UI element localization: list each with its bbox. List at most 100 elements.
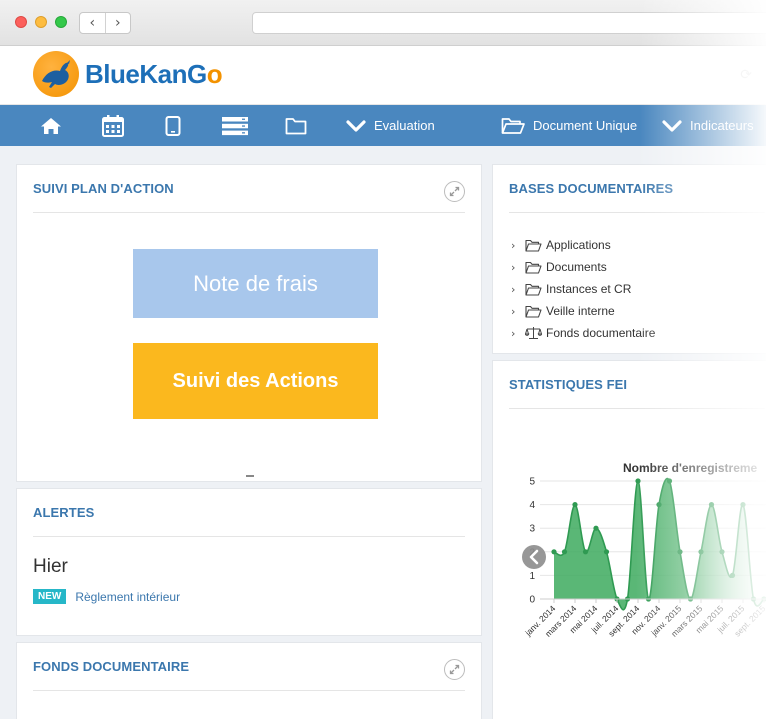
kangaroo-logo-icon	[33, 51, 79, 97]
folder-icon	[285, 117, 307, 134]
minimize-window-button[interactable]	[35, 16, 47, 28]
expand-button[interactable]	[444, 181, 465, 202]
tree-item-label: Applications	[546, 238, 611, 252]
tablet-icon	[165, 115, 181, 136]
nav-document-unique[interactable]: Document Unique	[501, 105, 637, 146]
panel-alertes: ALERTES Hier NEW Règlement intérieur	[16, 488, 482, 636]
tree-item-label: Fonds documentaire	[546, 326, 656, 340]
panel-divider	[33, 536, 465, 537]
y-tick-label: 5	[529, 477, 535, 488]
nav-indicateurs[interactable]: Indicateurs	[662, 105, 754, 146]
data-point	[593, 525, 599, 531]
chevron-right-icon[interactable]: ›	[511, 327, 525, 340]
data-point	[666, 478, 673, 484]
area-series	[554, 478, 764, 610]
panel-title: FONDS DOCUMENTAIRE	[33, 659, 190, 674]
alert-day-heading: Hier	[33, 556, 68, 577]
main-navigation: Evaluation Document Unique Indicateurs	[0, 105, 766, 146]
fei-chart-svg: Nombre d'enregistreme012345janv. 2014mar…	[522, 461, 766, 639]
tree-item[interactable]: › Applications	[511, 234, 655, 256]
folder-open-icon	[525, 305, 546, 318]
tree-item[interactable]: › Fonds documentaire	[511, 322, 655, 344]
data-point	[740, 502, 746, 508]
data-point	[635, 478, 641, 484]
nav-folder[interactable]	[285, 105, 307, 146]
calendar-icon	[102, 114, 124, 137]
refresh-icon[interactable]: ⟳	[740, 66, 752, 83]
folder-open-icon	[525, 261, 546, 274]
panel-title: ALERTES	[33, 505, 95, 520]
panel-divider	[509, 408, 765, 409]
folder-open-icon	[501, 117, 525, 134]
panel-title: SUIVI PLAN D'ACTION	[33, 181, 174, 196]
chevron-down-icon	[346, 119, 366, 132]
expand-button[interactable]	[444, 659, 465, 680]
expand-icon	[449, 664, 460, 675]
nav-list[interactable]	[222, 105, 248, 146]
tree-item-label: Instances et CR	[546, 282, 632, 296]
data-point	[729, 572, 736, 578]
nav-document-unique-label: Document Unique	[533, 118, 638, 133]
nav-indicateurs-label: Indicateurs	[690, 118, 754, 133]
chevron-right-icon[interactable]: ›	[511, 305, 525, 318]
tree-item[interactable]: › Veille interne	[511, 300, 655, 322]
nav-calendar[interactable]	[102, 105, 124, 146]
chevron-right-icon[interactable]: ›	[511, 261, 525, 274]
panel-statistiques-fei: STATISTIQUES FEI Nombre d'enregistreme 0 1…	[492, 360, 766, 719]
suivi-des-actions-button[interactable]: Suivi des Actions	[133, 343, 378, 419]
address-bar[interactable]	[252, 12, 766, 34]
note-de-frais-button[interactable]: Note de frais	[133, 249, 378, 318]
forward-button[interactable]: ›	[104, 13, 131, 33]
panel-divider	[33, 212, 465, 213]
data-point	[698, 549, 704, 555]
maximize-window-button[interactable]	[55, 16, 67, 28]
nav-home[interactable]	[40, 105, 62, 146]
alert-item: NEW Règlement intérieur	[33, 589, 180, 604]
tree-item[interactable]: › Documents	[511, 256, 655, 278]
nav-tablet[interactable]	[165, 105, 181, 146]
panel-divider	[33, 690, 465, 691]
alert-link[interactable]: Règlement intérieur	[75, 590, 180, 604]
chevron-right-icon[interactable]: ›	[511, 283, 525, 296]
expand-icon	[449, 186, 460, 197]
history-buttons: ‹ ›	[79, 12, 131, 34]
close-window-button[interactable]	[15, 16, 27, 28]
data-point	[582, 549, 589, 555]
dashboard-content: SUIVI PLAN D'ACTION Note de frais Suivi …	[0, 146, 766, 719]
y-tick-label: 0	[529, 595, 535, 606]
y-tick-label: 1	[529, 571, 535, 582]
resize-handle[interactable]	[246, 475, 254, 477]
balance-icon	[525, 326, 546, 340]
panel-title: BASES DOCUMENTAIRES	[509, 181, 674, 196]
panel-title: STATISTIQUES FEI	[509, 377, 628, 392]
logo-wordmark: BlueKanGo	[85, 58, 223, 89]
chart-title: Nombre d'enregistreme	[623, 461, 758, 475]
panel-divider	[509, 212, 765, 213]
tree-item[interactable]: › Instances et CR	[511, 278, 655, 300]
bluekango-logo[interactable]: BlueKanGo	[33, 51, 223, 97]
folder-open-icon	[525, 239, 546, 252]
tree-item-label: Documents	[546, 260, 607, 274]
nav-evaluation-label: Evaluation	[374, 118, 435, 133]
panel-suivi-plan-action: SUIVI PLAN D'ACTION Note de frais Suivi …	[16, 164, 482, 482]
panel-bases-documentaires: BASES DOCUMENTAIRES › Applications › Docume…	[492, 164, 766, 354]
back-button[interactable]: ‹	[80, 13, 105, 33]
chart-prev-button[interactable]	[522, 545, 546, 569]
chevron-right-icon[interactable]: ›	[511, 239, 525, 252]
folder-open-icon	[525, 283, 546, 296]
documents-tree: › Applications › Documents › Instances et CR ›…	[511, 234, 655, 344]
data-point	[656, 502, 662, 508]
data-point	[677, 549, 683, 555]
browser-window: ‹ › BlueKanGo ⟳ Evaluation Document Uniq…	[0, 0, 766, 719]
data-point	[561, 549, 568, 555]
browser-toolbar: ‹ ›	[0, 0, 766, 46]
app-header: BlueKanGo ⟳	[0, 46, 766, 105]
y-tick-label: 4	[529, 500, 535, 511]
data-point	[719, 549, 725, 555]
panel-fonds-documentaire: FONDS DOCUMENTAIRE	[16, 642, 482, 719]
data-point	[572, 502, 578, 508]
y-tick-label: 3	[529, 524, 535, 535]
nav-evaluation[interactable]: Evaluation	[346, 105, 435, 146]
fei-chart: Nombre d'enregistreme012345janv. 2014mar…	[493, 421, 766, 711]
home-icon	[41, 117, 61, 134]
